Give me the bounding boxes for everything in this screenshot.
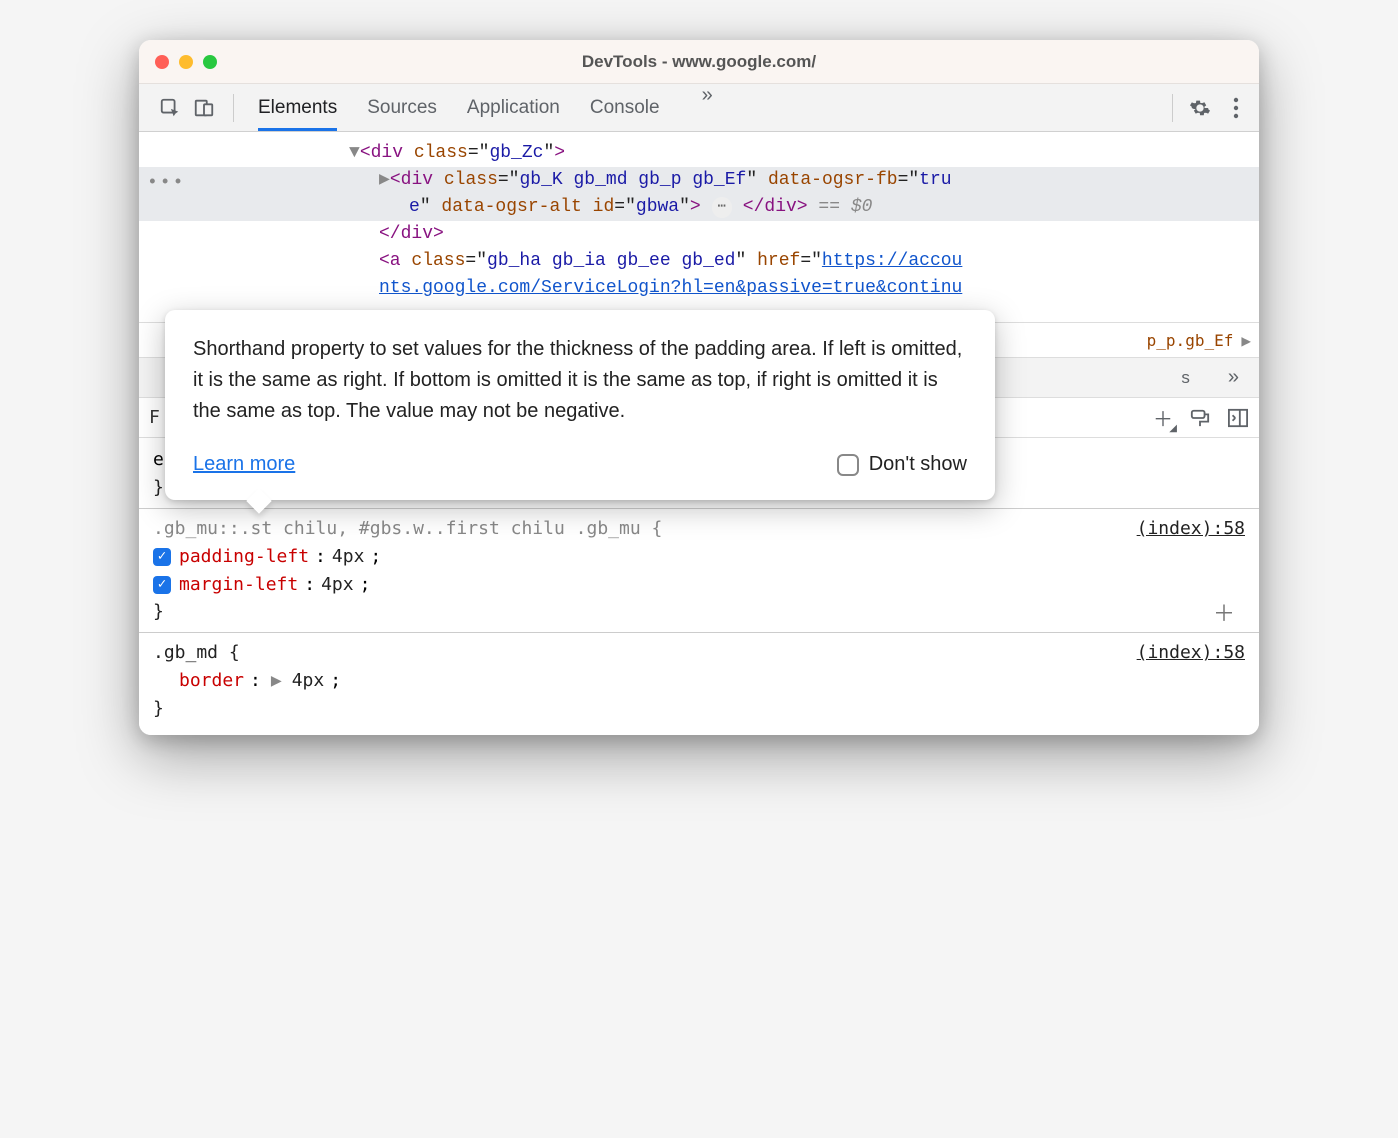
css-property-row[interactable]: ✓ margin-left: 4px;	[153, 571, 1245, 599]
tab-console[interactable]: Console	[590, 84, 660, 131]
add-rule-icon[interactable]: ＋◢	[1153, 403, 1173, 432]
property-enabled-checkbox[interactable]: ✓	[153, 576, 171, 594]
inspect-element-icon[interactable]	[155, 93, 185, 123]
source-link[interactable]: (index):58	[1137, 515, 1245, 543]
paint-icon[interactable]	[1189, 408, 1211, 428]
checkbox-icon[interactable]	[837, 454, 859, 476]
dom-line-menu-icon[interactable]: •••	[147, 170, 185, 197]
css-rule-selector[interactable]: .gb_md { (index):58	[153, 639, 1245, 667]
expand-shorthand-icon[interactable]: ▶	[271, 667, 282, 695]
more-tabs-icon[interactable]: »	[690, 84, 725, 131]
tab-elements[interactable]: Elements	[258, 84, 337, 131]
kebab-menu-icon[interactable]	[1221, 93, 1251, 123]
css-tooltip-popover: Shorthand property to set values for the…	[165, 310, 995, 500]
more-subtabs-icon[interactable]: »	[1216, 366, 1251, 389]
titlebar: DevTools - www.google.com/	[139, 40, 1259, 84]
filter-fragment[interactable]: F	[149, 407, 160, 428]
settings-icon[interactable]	[1185, 93, 1215, 123]
main-toolbar: Elements Sources Application Console »	[139, 84, 1259, 132]
window-title: DevTools - www.google.com/	[139, 52, 1259, 72]
dont-show-checkbox[interactable]: Don't show	[837, 449, 967, 480]
dom-node-close[interactable]: </div>	[139, 221, 1259, 248]
css-rule-close: }	[153, 601, 164, 622]
source-link[interactable]: (index):58	[1137, 639, 1245, 667]
collapsed-ellipsis-icon[interactable]: ⋯	[712, 197, 732, 218]
styles-separator	[139, 508, 1259, 509]
property-enabled-checkbox[interactable]: ✓	[153, 548, 171, 566]
dom-node-selected-cont[interactable]: e" data-ogsr-alt id="gbwa"> ⋯ </div> == …	[139, 194, 1259, 221]
separator	[1172, 94, 1173, 122]
css-rule-close: }	[153, 695, 1245, 723]
css-rule-selector[interactable]: .gb_mu::.st chilu, #gbs.w..first chilu .…	[153, 515, 1245, 543]
dom-node-link-cont[interactable]: nts.google.com/ServiceLogin?hl=en&passiv…	[139, 275, 1259, 302]
tab-sources[interactable]: Sources	[367, 84, 437, 131]
styles-separator	[139, 632, 1259, 633]
dom-node-link[interactable]: <a class="gb_ha gb_ia gb_ee gb_ed" href=…	[139, 248, 1259, 275]
breadcrumb-fragment[interactable]: p_p.gb_Ef	[1147, 331, 1234, 350]
tab-application[interactable]: Application	[467, 84, 560, 131]
devtools-window: DevTools - www.google.com/ Elements Sour…	[139, 40, 1259, 735]
breadcrumb-scroll-right-icon[interactable]: ▶	[1241, 331, 1251, 350]
separator	[233, 94, 234, 122]
main-tabs: Elements Sources Application Console »	[240, 84, 725, 131]
dom-node-selected[interactable]: ▶<div class="gb_K gb_md gb_p gb_Ef" data…	[139, 167, 1259, 194]
tooltip-text: Shorthand property to set values for the…	[193, 334, 967, 427]
add-property-icon[interactable]: ＋	[1213, 598, 1235, 632]
learn-more-link[interactable]: Learn more	[193, 449, 295, 480]
subtab-fragment[interactable]: s	[1171, 368, 1200, 388]
toggle-sidebar-icon[interactable]	[1227, 408, 1249, 428]
device-toggle-icon[interactable]	[189, 93, 219, 123]
css-property-row[interactable]: ✓ padding-left: 4px;	[153, 543, 1245, 571]
css-property-row[interactable]: border:▶ 4px;	[153, 667, 1245, 695]
dom-node[interactable]: ▼<div class="gb_Zc">	[139, 140, 1259, 167]
dom-tree-panel[interactable]: ••• ▼<div class="gb_Zc"> ▶<div class="gb…	[139, 132, 1259, 322]
